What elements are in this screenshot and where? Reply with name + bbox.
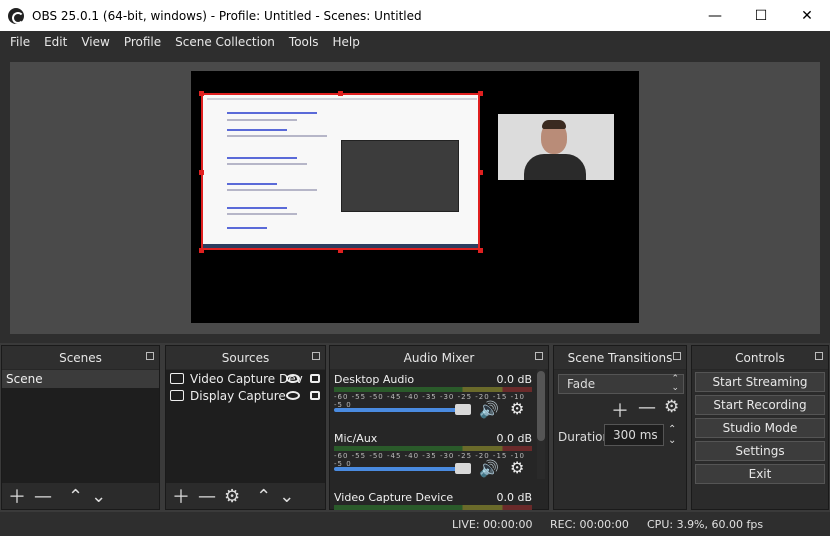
transitions-title: Scene Transitions	[554, 346, 686, 369]
nested-obs-window	[341, 140, 459, 212]
start-recording-button[interactable]: Start Recording	[695, 395, 825, 415]
window-title: OBS 25.0.1 (64-bit, windows) - Profile: …	[32, 8, 422, 23]
duration-input[interactable]: 300 ms	[604, 424, 664, 446]
scenes-dock: Scenes Scene ＋ — ⌃ ⌄	[1, 345, 160, 510]
mixer-title: Audio Mixer	[330, 346, 548, 369]
transition-select[interactable]: Fade ⌃ ⌄	[558, 374, 684, 394]
rec-status: REC: 00:00:00	[550, 518, 629, 531]
mixer-channel: Desktop Audio 0.0 dB -60 -55 -50 -45 -40…	[334, 373, 532, 419]
transitions-body: Fade ⌃ ⌄ ＋ — ⚙ Duration 300 ms ⌃ ⌄	[554, 370, 686, 509]
maximize-icon[interactable]: ☐	[738, 0, 784, 31]
minimize-icon[interactable]: —	[692, 0, 738, 31]
menu-edit[interactable]: Edit	[37, 35, 74, 49]
lock-icon[interactable]	[310, 391, 320, 400]
mixer-body: Desktop Audio 0.0 dB -60 -55 -50 -45 -40…	[330, 370, 548, 511]
source-item[interactable]: Video Capture Dev	[166, 370, 325, 387]
menu-file[interactable]: File	[3, 35, 37, 49]
move-down-icon[interactable]: ⌄	[91, 486, 106, 507]
studio-mode-button[interactable]: Studio Mode	[695, 418, 825, 438]
float-icon	[535, 352, 543, 360]
transition-properties-gear-icon[interactable]: ⚙	[664, 397, 679, 417]
close-icon[interactable]: ✕	[784, 0, 830, 31]
mixer-scrollbar[interactable]	[537, 369, 545, 479]
float-icon	[146, 352, 154, 360]
volume-slider[interactable]	[334, 408, 469, 412]
scene-transitions-dock: Scene Transitions Fade ⌃ ⌄ ＋ — ⚙ Duration…	[553, 345, 687, 510]
controls-title: Controls	[692, 346, 828, 369]
preview-area	[0, 53, 830, 343]
menu-tools[interactable]: Tools	[282, 35, 326, 49]
exit-button[interactable]: Exit	[695, 464, 825, 484]
settings-button[interactable]: Settings	[695, 441, 825, 461]
sources-toolbar: ＋ — ⚙ ⌃ ⌄	[166, 483, 325, 509]
scenes-title: Scenes	[2, 346, 159, 369]
audio-mixer-dock: Audio Mixer Desktop Audio 0.0 dB -60 -55…	[329, 345, 549, 510]
status-bar: LIVE: 00:00:00 REC: 00:00:00 CPU: 3.9%, …	[0, 512, 830, 536]
speaker-icon[interactable]: 🔊	[479, 459, 499, 478]
visibility-eye-icon[interactable]	[286, 374, 300, 383]
source-properties-gear-icon[interactable]: ⚙	[224, 486, 240, 507]
camera-icon	[170, 373, 184, 384]
menu-profile[interactable]: Profile	[117, 35, 168, 49]
duration-label: Duration	[558, 430, 611, 444]
cpu-status: CPU: 3.9%, 60.00 fps	[647, 518, 764, 531]
volume-slider[interactable]	[334, 467, 469, 471]
add-transition-icon[interactable]: ＋	[611, 397, 629, 423]
menu-help[interactable]: Help	[325, 35, 366, 49]
sources-list: Video Capture Dev Display Capture	[166, 370, 325, 483]
menu-view[interactable]: View	[74, 35, 116, 49]
remove-transition-icon[interactable]: —	[638, 397, 656, 418]
live-status: LIVE: 00:00:00	[452, 518, 533, 531]
preview-background	[10, 62, 820, 334]
scene-item[interactable]: Scene	[2, 370, 159, 388]
menu-scene-collection[interactable]: Scene Collection	[168, 35, 282, 49]
title-bar: OBS 25.0.1 (64-bit, windows) - Profile: …	[0, 0, 830, 31]
channel-settings-gear-icon[interactable]: ⚙	[510, 399, 524, 418]
visibility-eye-icon[interactable]	[286, 391, 300, 400]
mixer-channel: Video Capture Device 0.0 dB	[334, 491, 546, 511]
remove-source-icon[interactable]: —	[198, 486, 216, 507]
add-scene-icon[interactable]: ＋	[8, 483, 26, 509]
scenes-toolbar: ＋ — ⌃ ⌄	[2, 483, 159, 509]
move-down-icon[interactable]: ⌄	[279, 486, 294, 507]
scenes-list: Scene	[2, 370, 159, 483]
remove-scene-icon[interactable]: —	[34, 486, 52, 507]
move-up-icon[interactable]: ⌃	[68, 486, 83, 507]
float-icon	[673, 352, 681, 360]
mixer-channel: Mic/Aux 0.0 dB -60 -55 -50 -45 -40 -35 -…	[334, 432, 532, 478]
source-item[interactable]: Display Capture	[166, 387, 325, 404]
menu-bar: File Edit View Profile Scene Collection …	[0, 31, 830, 53]
volume-slider-knob[interactable]	[455, 463, 471, 474]
duration-spin-icon[interactable]: ⌃ ⌄	[668, 424, 676, 446]
add-source-icon[interactable]: ＋	[172, 483, 190, 509]
move-up-icon[interactable]: ⌃	[256, 486, 271, 507]
sources-dock: Sources Video Capture Dev Display Captur…	[165, 345, 326, 510]
float-icon	[815, 352, 823, 360]
video-capture-source[interactable]	[498, 114, 614, 180]
sources-title: Sources	[166, 346, 325, 369]
volume-slider-knob[interactable]	[455, 404, 471, 415]
float-icon	[312, 352, 320, 360]
obs-logo-icon	[8, 7, 24, 24]
speaker-icon[interactable]: 🔊	[479, 400, 499, 419]
monitor-icon	[170, 390, 184, 401]
lock-icon[interactable]	[310, 374, 320, 383]
channel-settings-gear-icon[interactable]: ⚙	[510, 458, 524, 477]
start-streaming-button[interactable]: Start Streaming	[695, 372, 825, 392]
chevron-updown-icon: ⌃ ⌄	[671, 374, 679, 393]
display-capture-source[interactable]	[201, 93, 480, 250]
preview-canvas[interactable]	[191, 71, 639, 323]
